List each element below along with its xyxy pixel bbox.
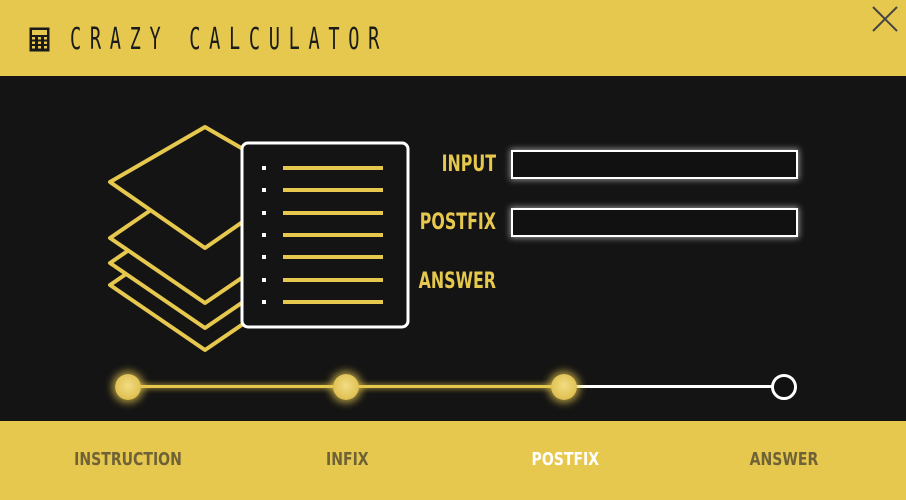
step-dot-postfix[interactable] [551, 374, 577, 400]
answer-label: ANSWER [418, 269, 496, 294]
input-field[interactable] [511, 150, 798, 179]
input-label: INPUT [441, 152, 496, 177]
tab-answer[interactable]: ANSWER [704, 449, 864, 470]
step-dot-instruction[interactable] [115, 374, 141, 400]
tab-postfix[interactable]: POSTFIX [485, 449, 645, 470]
close-icon[interactable] [871, 5, 899, 33]
postfix-field[interactable] [511, 208, 798, 237]
tab-label: INSTRUCTION [74, 449, 182, 470]
tab-bar: INSTRUCTION INFIX POSTFIX ANSWER [0, 421, 906, 500]
step-dot-answer[interactable] [771, 374, 797, 400]
stepper-line-2 [346, 385, 564, 388]
tab-label: ANSWER [749, 449, 819, 470]
tab-label: POSTFIX [531, 449, 599, 470]
tab-label: INFIX [325, 449, 369, 470]
tab-instruction[interactable]: INSTRUCTION [48, 449, 208, 470]
app-title: CRAZY CALCULATOR [70, 22, 389, 57]
stepper-line-1 [128, 385, 346, 388]
postfix-label: POSTFIX [419, 210, 496, 235]
tab-infix[interactable]: INFIX [267, 449, 427, 470]
stepper-line-3 [564, 385, 784, 388]
step-dot-infix[interactable] [333, 374, 359, 400]
title-bar: CRAZY CALCULATOR [0, 0, 906, 76]
calculator-icon [29, 27, 50, 52]
progress-stepper [0, 360, 906, 414]
